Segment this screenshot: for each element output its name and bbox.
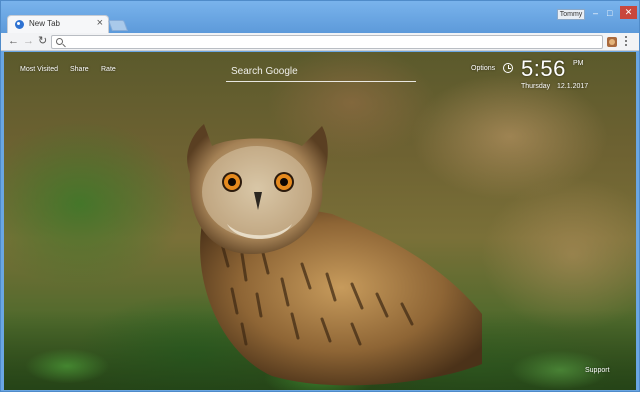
extension-owl-icon[interactable]: [607, 37, 617, 47]
date-day: Thursday: [521, 83, 551, 90]
clock-time: 5:56: [521, 56, 566, 81]
most-visited-link[interactable]: Most Visited: [20, 66, 58, 73]
bottom-margin: [0, 392, 640, 400]
maximize-icon[interactable]: □: [607, 8, 612, 18]
rate-link[interactable]: Rate: [101, 66, 116, 73]
tab-close-icon[interactable]: ×: [97, 17, 103, 30]
forward-arrow-icon[interactable]: →: [23, 34, 34, 49]
clock-icon[interactable]: [503, 63, 513, 73]
back-arrow-icon[interactable]: ←: [8, 34, 19, 49]
close-window-icon[interactable]: ✕: [620, 6, 637, 19]
address-input[interactable]: [68, 37, 598, 48]
profile-button[interactable]: Tommy: [557, 9, 585, 20]
owl-background-image: [187, 124, 482, 386]
browser-window: New Tab × Tommy – □ ✕ ← → ↻ Most Visited…: [0, 0, 640, 392]
address-bar[interactable]: [51, 35, 603, 49]
support-link[interactable]: Support: [585, 367, 610, 374]
clock-ampm: PM: [573, 60, 584, 67]
menu-dots-icon[interactable]: [625, 36, 628, 48]
browser-toolbar: ← → ↻: [1, 33, 639, 51]
tab-strip: New Tab × Tommy – □ ✕: [1, 1, 639, 33]
search-google-input[interactable]: [226, 62, 416, 82]
new-tab-button[interactable]: [107, 20, 129, 31]
options-link[interactable]: Options: [471, 65, 495, 72]
share-link[interactable]: Share: [70, 66, 89, 73]
new-tab-favicon-icon: [15, 20, 24, 29]
minimize-icon[interactable]: –: [593, 8, 598, 18]
new-tab-page: Most Visited Share Rate Options 5:56 PM …: [4, 52, 636, 390]
reload-icon[interactable]: ↻: [38, 34, 47, 49]
search-icon: [56, 38, 63, 45]
tab-new-tab[interactable]: New Tab ×: [7, 15, 109, 33]
date-value: 12.1.2017: [557, 83, 589, 90]
tab-title: New Tab: [29, 19, 60, 28]
